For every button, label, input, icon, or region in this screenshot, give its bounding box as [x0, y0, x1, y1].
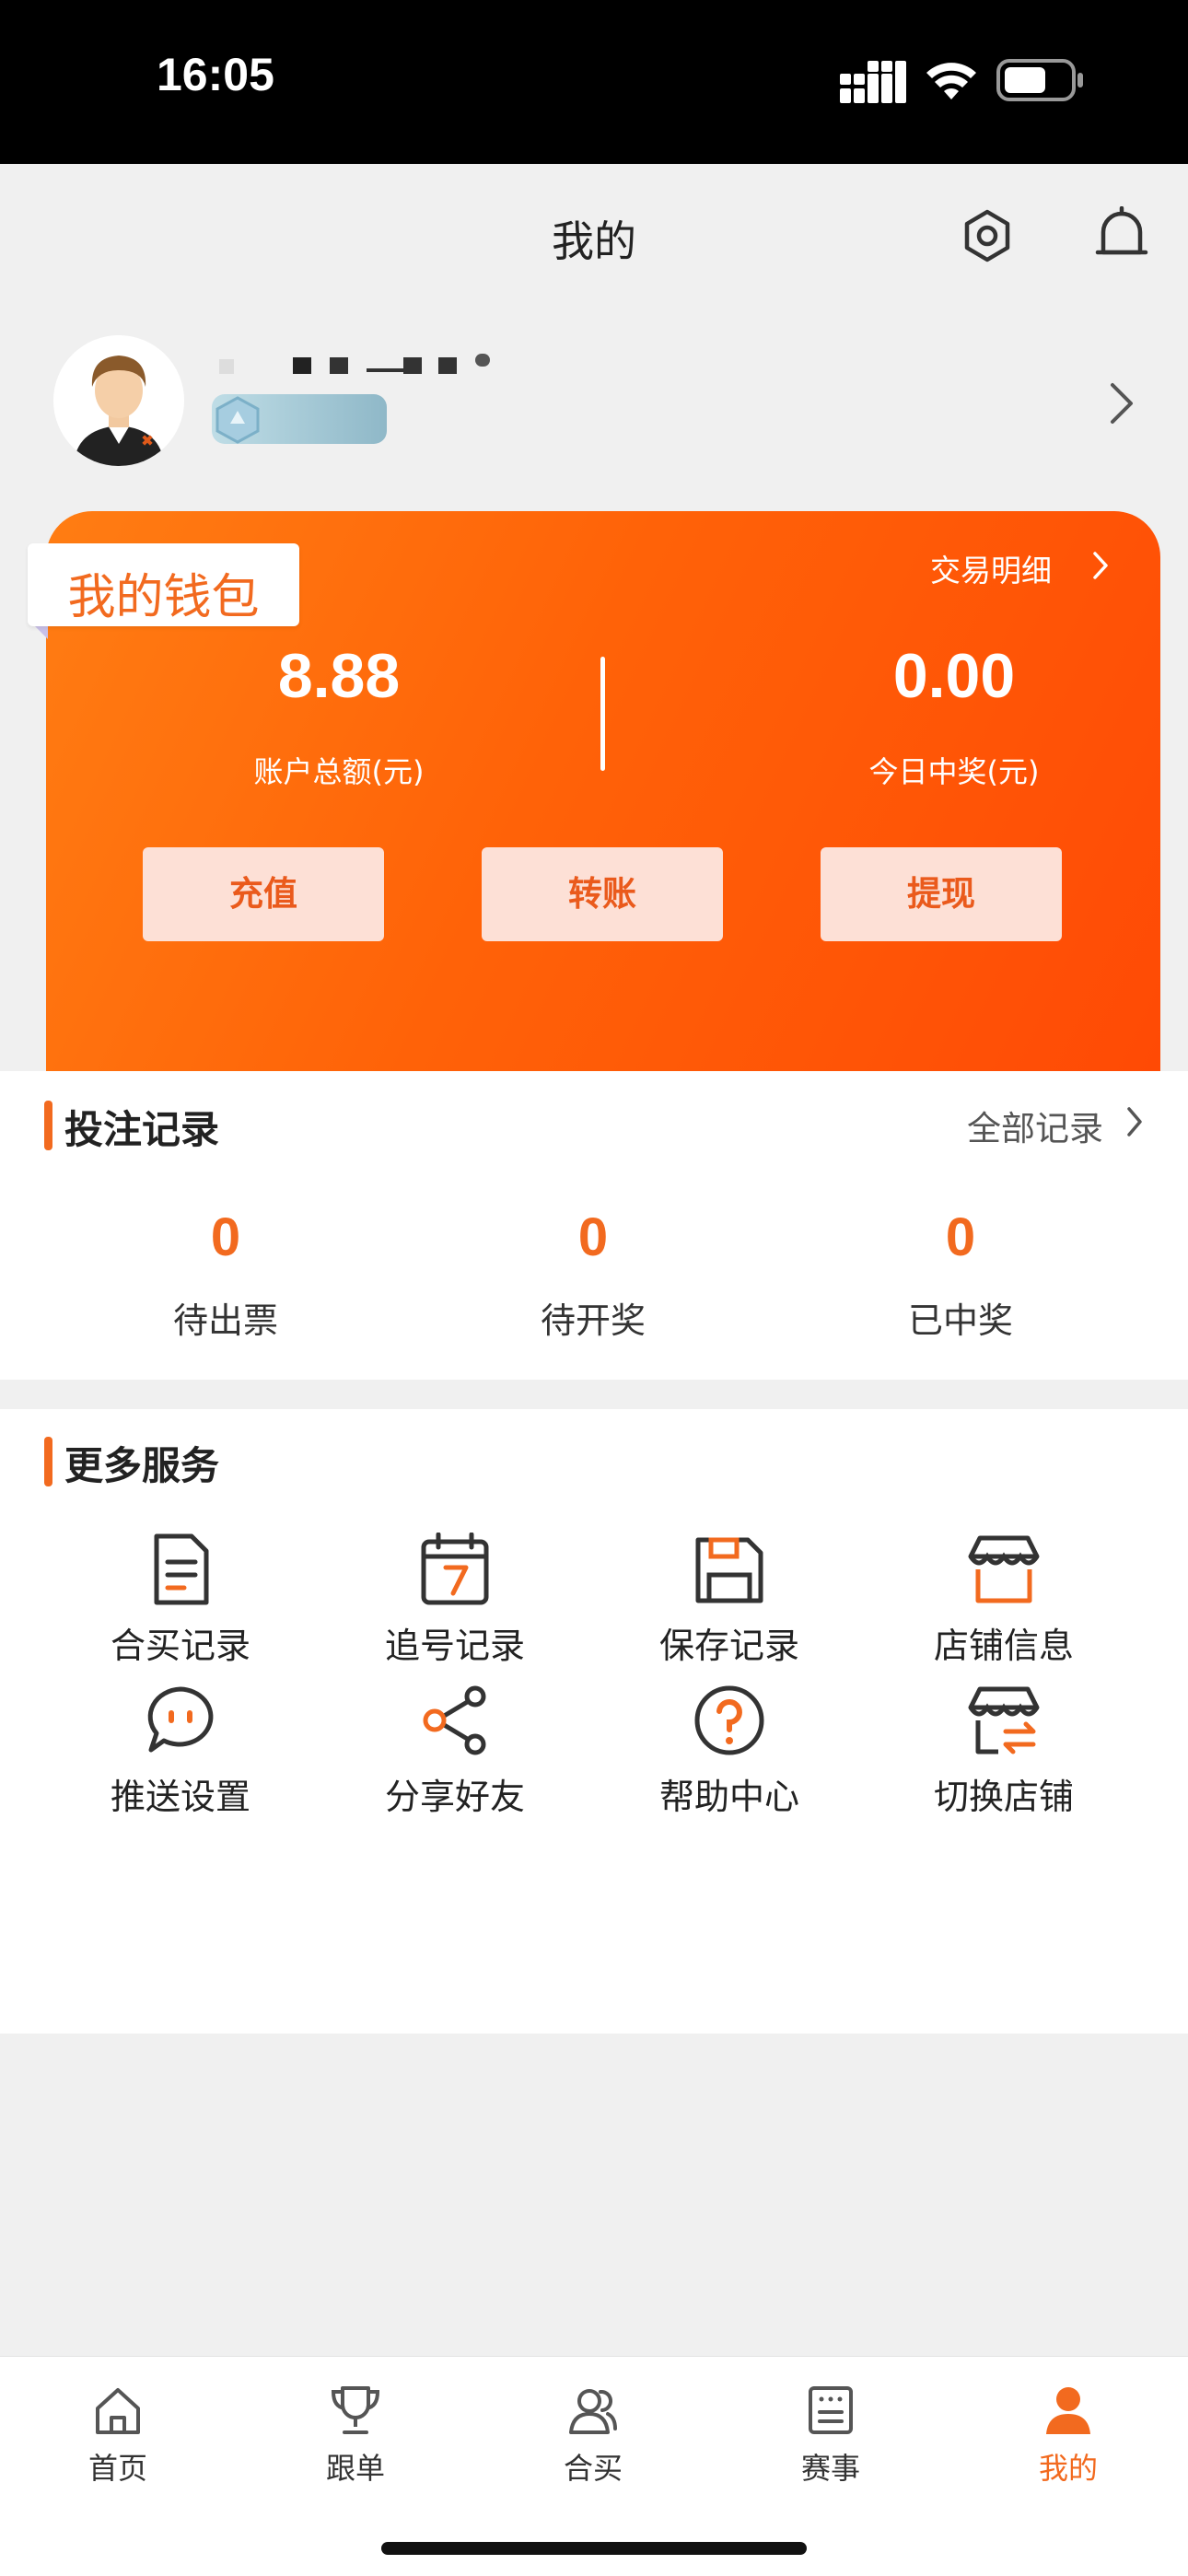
- nav-label: 首页: [87, 2451, 147, 2486]
- username-redacted: [219, 350, 505, 374]
- wallet-tag-label: 我的钱包: [67, 570, 260, 625]
- nav-item-events[interactable]: 赛事: [739, 2375, 923, 2504]
- service-switch-store[interactable]: 切换店铺: [884, 1684, 1124, 1840]
- switch-store-icon: [968, 1686, 1040, 1754]
- help-icon: [694, 1685, 764, 1755]
- nav-item-home[interactable]: 首页: [26, 2375, 210, 2504]
- status-time: 16:05: [157, 49, 274, 100]
- more-services-title: 更多服务: [64, 1443, 220, 1488]
- service-label: 推送设置: [110, 1777, 250, 1817]
- header: 我的: [0, 164, 1188, 321]
- save-icon: [695, 1537, 763, 1603]
- calendar-icon: [421, 1533, 489, 1605]
- service-label: 帮助中心: [658, 1777, 799, 1817]
- service-label: 店铺信息: [933, 1626, 1074, 1666]
- bet-records-section: 投注记录 全部记录 0 待出票 0 待开奖 0 已中奖: [0, 1071, 1188, 1380]
- level-hexagon-icon: [215, 396, 260, 444]
- avatar[interactable]: [53, 335, 184, 466]
- battery-icon: [996, 59, 1083, 101]
- nav-label: 合买: [563, 2451, 623, 2486]
- avatar-image: [53, 335, 184, 466]
- users-icon: [569, 2389, 617, 2434]
- pending-ticket-label[interactable]: 待出票: [87, 1292, 364, 1343]
- bet-records-title: 投注记录: [64, 1107, 220, 1152]
- pending-draw-count[interactable]: 0: [455, 1206, 731, 1268]
- withdraw-button[interactable]: 提现: [821, 847, 1062, 941]
- service-store-info[interactable]: 店铺信息: [884, 1533, 1124, 1689]
- home-icon: [96, 2388, 140, 2434]
- wallet-tag: 我的钱包: [28, 543, 299, 626]
- share-icon: [423, 1685, 486, 1755]
- trophy-icon: [331, 2386, 380, 2434]
- recharge-button[interactable]: 充值: [143, 847, 384, 941]
- section-accent-bar: [44, 1101, 52, 1150]
- bell-icon[interactable]: [1094, 206, 1149, 267]
- wifi-icon: [926, 63, 976, 99]
- service-label: 保存记录: [658, 1626, 799, 1666]
- chevron-right-icon[interactable]: [1124, 1104, 1146, 1139]
- service-saved-records[interactable]: 保存记录: [610, 1533, 849, 1689]
- status-bar: 16:05: [0, 0, 1188, 164]
- transaction-details-link[interactable]: 交易明细: [930, 546, 1052, 590]
- service-push-settings[interactable]: 推送设置: [61, 1684, 300, 1840]
- cellular-signal-icon: [840, 61, 906, 103]
- nav-item-mine[interactable]: 我的: [976, 2375, 1160, 2504]
- chat-bubble-icon: [147, 1686, 214, 1753]
- document-icon: [154, 1533, 209, 1605]
- today-winnings-label: 今日中奖(元): [868, 754, 1040, 789]
- pending-ticket-count[interactable]: 0: [87, 1206, 364, 1268]
- profile-row[interactable]: [0, 321, 1188, 505]
- service-share-friends[interactable]: 分享好友: [335, 1684, 575, 1840]
- nav-label: 跟单: [325, 2451, 385, 2486]
- more-services-section: 更多服务 合买记录 追号记录 保存记录 店铺信息 推送设置 分享好友 帮助中心 …: [0, 1409, 1188, 2034]
- won-count[interactable]: 0: [822, 1206, 1099, 1268]
- service-label: 合买记录: [110, 1626, 250, 1666]
- section-accent-bar: [44, 1437, 52, 1486]
- service-label: 追号记录: [384, 1626, 525, 1666]
- nav-item-group-buy[interactable]: 合买: [501, 2375, 685, 2504]
- service-chase-records[interactable]: 追号记录: [335, 1533, 575, 1689]
- account-balance-label: 账户总额(元): [253, 754, 425, 789]
- won-label[interactable]: 已中奖: [822, 1292, 1099, 1343]
- chevron-right-icon[interactable]: [1090, 550, 1111, 581]
- user-level-badge: [212, 394, 387, 444]
- person-icon: [1046, 2387, 1090, 2434]
- service-label: 切换店铺: [933, 1777, 1074, 1817]
- pending-draw-label[interactable]: 待开奖: [455, 1292, 731, 1343]
- nav-label: 赛事: [800, 2451, 860, 2486]
- wallet-divider: [600, 657, 605, 771]
- service-group-buy-records[interactable]: 合买记录: [61, 1533, 300, 1689]
- nav-label-active: 我的: [1038, 2451, 1098, 2486]
- gear-icon[interactable]: [960, 208, 1015, 263]
- today-winnings: 0.00: [892, 641, 1016, 711]
- service-label: 分享好友: [384, 1777, 525, 1817]
- account-balance: 8.88: [277, 641, 401, 711]
- home-indicator[interactable]: [381, 2542, 807, 2555]
- scoreboard-icon: [809, 2386, 853, 2434]
- service-help-center[interactable]: 帮助中心: [610, 1684, 849, 1840]
- transfer-button[interactable]: 转账: [482, 847, 723, 941]
- all-records-link[interactable]: 全部记录: [967, 1101, 1103, 1150]
- store-icon: [968, 1535, 1040, 1603]
- nav-item-follow[interactable]: 跟单: [263, 2375, 448, 2504]
- chevron-right-icon[interactable]: [1105, 379, 1136, 427]
